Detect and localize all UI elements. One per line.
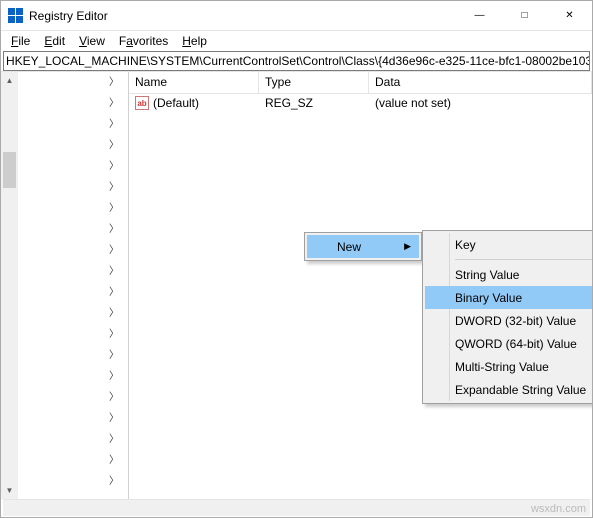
address-text: HKEY_LOCAL_MACHINE\SYSTEM\CurrentControl… — [6, 54, 590, 68]
tree-expand-icon[interactable]: 〉 — [109, 120, 119, 130]
context-item-dword[interactable]: DWORD (32-bit) Value — [425, 309, 592, 332]
tree-expand-icon[interactable]: 〉 — [109, 456, 119, 466]
context-item-multi-string[interactable]: Multi-String Value — [425, 355, 592, 378]
context-item-binary[interactable]: Binary Value — [425, 286, 592, 309]
window-title: Registry Editor — [29, 9, 108, 23]
tree-expand-icon[interactable]: 〉 — [109, 288, 119, 298]
tree-expand-icon[interactable]: 〉 — [109, 372, 119, 382]
context-item-label: DWORD (32-bit) Value — [455, 314, 576, 328]
menu-view[interactable]: View — [73, 33, 111, 49]
tree-scrollbar[interactable]: ▲ ▼ — [1, 72, 18, 499]
column-header-name[interactable]: Name — [129, 72, 259, 93]
app-icon — [7, 8, 23, 24]
maximize-button[interactable]: □ — [502, 1, 547, 31]
context-item-label: Key — [455, 238, 476, 252]
context-item-label: New — [337, 240, 361, 254]
context-item-label: Binary Value — [455, 291, 522, 305]
value-type: REG_SZ — [259, 96, 369, 110]
watermark: wsxdn.com — [531, 503, 586, 515]
tree-expand-icon[interactable]: 〉 — [109, 225, 119, 235]
context-item-label: Expandable String Value — [455, 383, 586, 397]
context-item-string[interactable]: String Value — [425, 263, 592, 286]
menubar: File Edit View Favorites Help — [1, 31, 592, 51]
tree-expand-icon[interactable]: 〉 — [109, 330, 119, 340]
list-row[interactable]: ab (Default) REG_SZ (value not set) — [129, 94, 592, 112]
menu-favorites[interactable]: Favorites — [113, 33, 174, 49]
menu-help[interactable]: Help — [176, 33, 213, 49]
context-item-expandable-string[interactable]: Expandable String Value — [425, 378, 592, 401]
tree-expand-icon[interactable]: 〉 — [109, 351, 119, 361]
column-header-data[interactable]: Data — [369, 72, 592, 93]
context-item-label: String Value — [455, 268, 519, 282]
main-area: ▲ ▼ 〉 〉 〉 〉 〉 〉 〉 〉 〉 〉 〉 〉 〉 〉 〉 〉 〉 〉 … — [1, 71, 592, 499]
tree-expand-icon[interactable]: 〉 — [109, 414, 119, 424]
tree-expand-icon[interactable]: 〉 — [109, 246, 119, 256]
context-item-label: Multi-String Value — [455, 360, 549, 374]
context-menu: New ▶ — [304, 232, 422, 261]
tree-expand-icon[interactable]: 〉 — [109, 78, 119, 88]
tree-expand-icon[interactable]: 〉 — [109, 162, 119, 172]
tree-expand-icon[interactable]: 〉 — [109, 435, 119, 445]
menu-file[interactable]: File — [5, 33, 36, 49]
context-item-key[interactable]: Key — [425, 233, 592, 256]
column-header-type[interactable]: Type — [259, 72, 369, 93]
tree-expand-icon[interactable]: 〉 — [109, 99, 119, 109]
context-separator — [455, 259, 592, 260]
tree-expand-icon[interactable]: 〉 — [109, 204, 119, 214]
tree-expand-icon[interactable]: 〉 — [109, 309, 119, 319]
list-pane: Name Type Data ab (Default) REG_SZ (valu… — [129, 72, 592, 499]
close-button[interactable]: ✕ — [547, 1, 592, 31]
menu-edit[interactable]: Edit — [38, 33, 71, 49]
address-bar[interactable]: HKEY_LOCAL_MACHINE\SYSTEM\CurrentControl… — [3, 51, 590, 71]
context-item-label: QWORD (64-bit) Value — [455, 337, 577, 351]
context-item-new[interactable]: New ▶ — [307, 235, 419, 258]
scroll-up-icon[interactable]: ▲ — [1, 72, 18, 89]
tree-expand-icon[interactable]: 〉 — [109, 141, 119, 151]
reg-sz-icon: ab — [135, 96, 149, 110]
value-name: (Default) — [153, 96, 199, 110]
scroll-thumb[interactable] — [3, 152, 16, 188]
tree-expand-icon[interactable]: 〉 — [109, 477, 119, 487]
scroll-down-icon[interactable]: ▼ — [1, 482, 18, 499]
value-data: (value not set) — [369, 96, 592, 110]
tree-expand-icon[interactable]: 〉 — [109, 183, 119, 193]
context-submenu: Key String Value Binary Value DWORD (32-… — [422, 230, 592, 404]
tree-expand-icon[interactable]: 〉 — [109, 393, 119, 403]
horizontal-scrollbar[interactable] — [3, 499, 590, 516]
tree-pane[interactable]: ▲ ▼ 〉 〉 〉 〉 〉 〉 〉 〉 〉 〉 〉 〉 〉 〉 〉 〉 〉 〉 … — [1, 72, 129, 499]
titlebar: Registry Editor — □ ✕ — [1, 1, 592, 31]
list-header: Name Type Data — [129, 72, 592, 94]
submenu-arrow-icon: ▶ — [404, 241, 411, 252]
minimize-button[interactable]: — — [457, 1, 502, 31]
context-item-qword[interactable]: QWORD (64-bit) Value — [425, 332, 592, 355]
tree-expand-icon[interactable]: 〉 — [109, 267, 119, 277]
